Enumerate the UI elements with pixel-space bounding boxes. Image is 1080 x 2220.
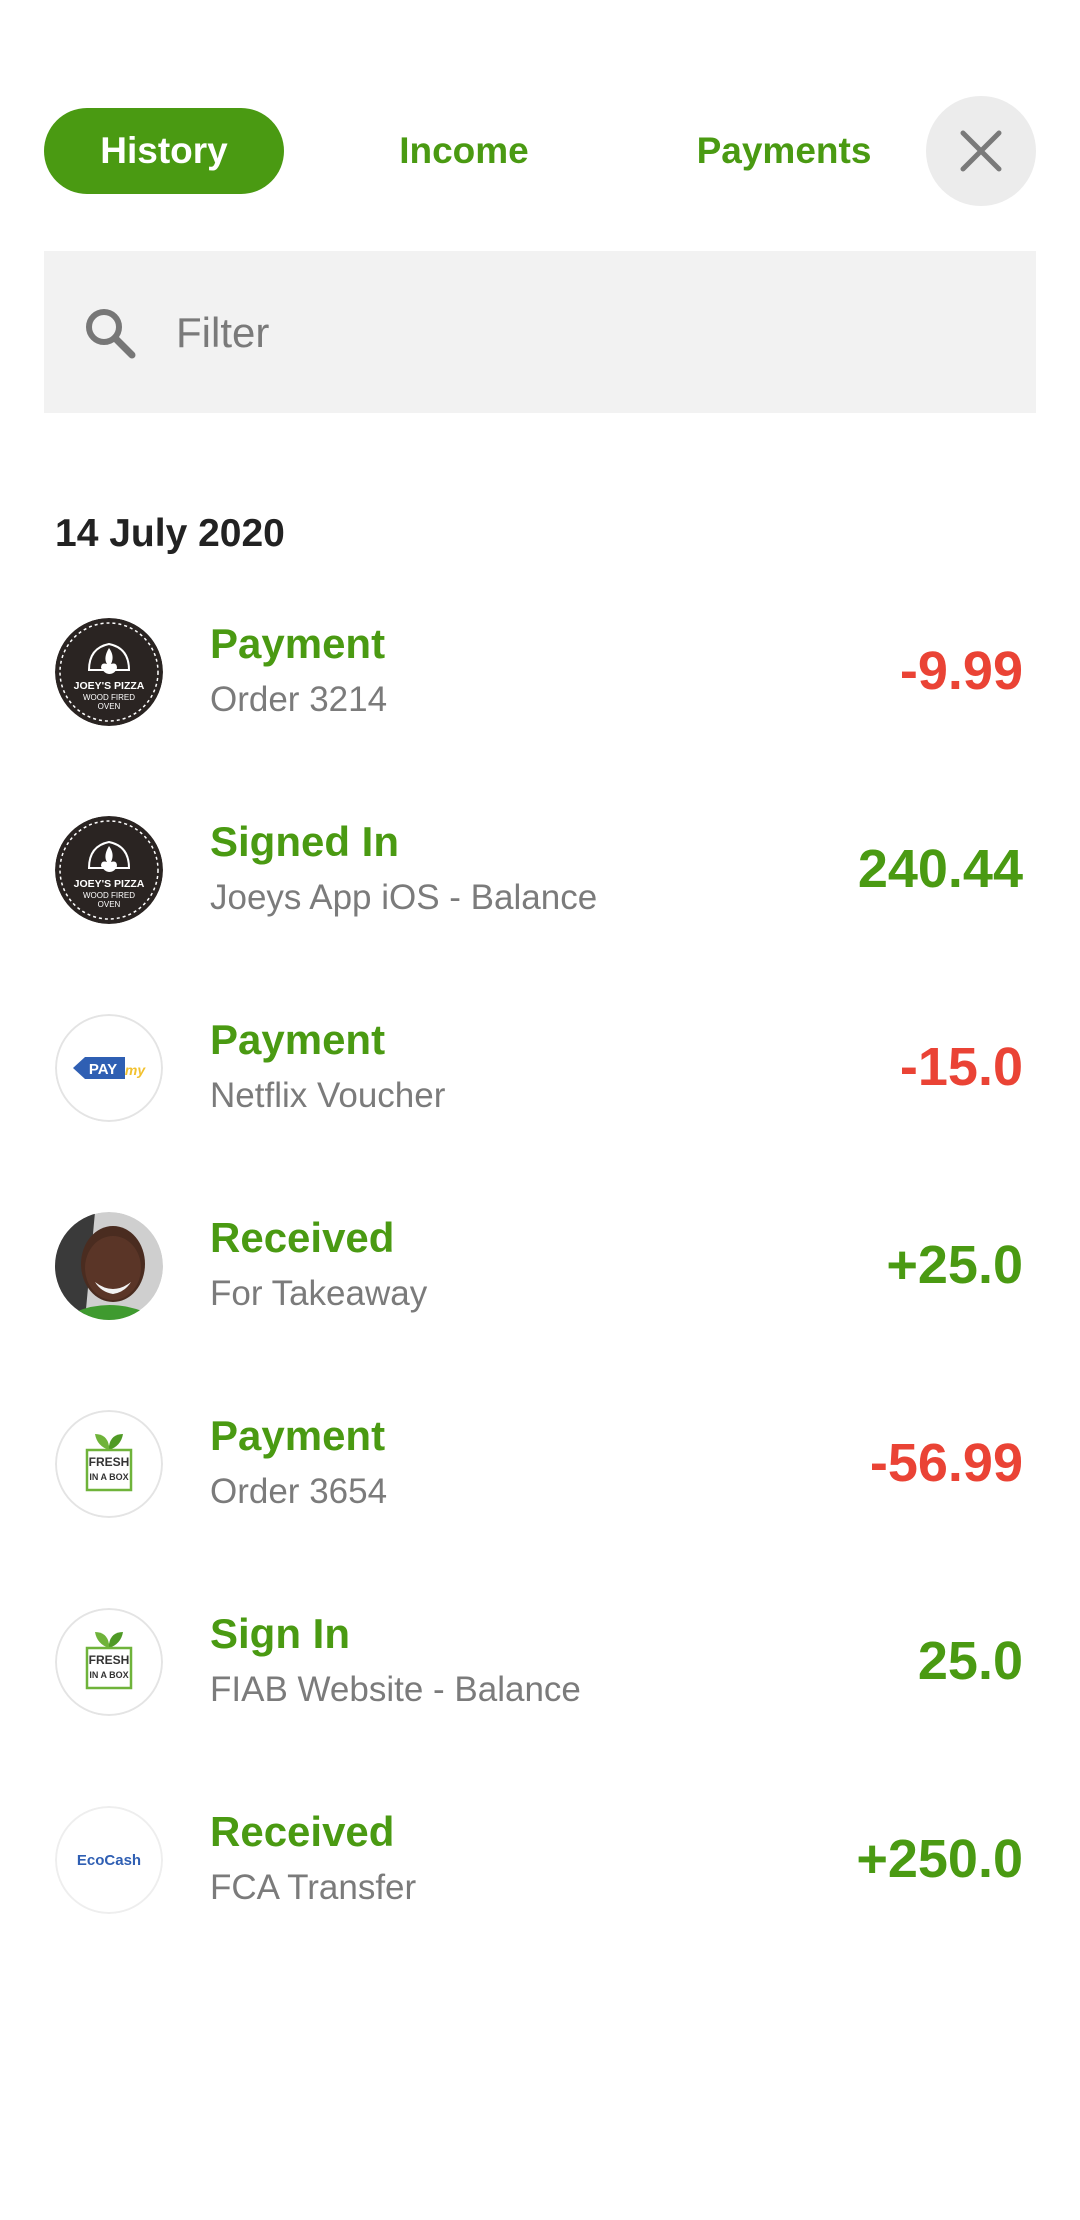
transaction-amount: +25.0 [886,1235,1023,1295]
logo-text: JOEY'S PIZZA [74,680,145,692]
logo-text: OVEN [98,702,121,711]
logo-text: WOOD FIRED [83,693,135,702]
fresh-in-a-box-logo: FRESH IN A BOX [55,1608,163,1716]
transaction-row[interactable]: JOEY'S PIZZA WOOD FIRED OVEN Payment Ord… [0,610,1080,808]
transaction-subtitle: FCA Transfer [210,1868,417,1907]
ecocash-logo: EcoCash [55,1806,163,1914]
logo-text: FRESH [89,1455,130,1469]
paymy-logo: PAY my [55,1014,163,1122]
logo-text: FRESH [89,1653,130,1667]
transaction-row[interactable]: FRESH IN A BOX Sign In FIAB Website - Ba… [0,1600,1080,1798]
fresh-in-a-box-logo: FRESH IN A BOX [55,1410,163,1518]
transaction-row[interactable]: JOEY'S PIZZA WOOD FIRED OVEN Signed In J… [0,808,1080,1006]
logo-text: IN A BOX [89,1670,128,1680]
transaction-row[interactable]: FRESH IN A BOX Payment Order 3654 -56.99 [0,1402,1080,1600]
user-photo [55,1212,163,1320]
transaction-title: Signed In [210,818,399,865]
tab-history[interactable]: History [44,108,284,194]
logo-text: PAY [89,1061,117,1078]
logo-text: IN A BOX [89,1472,128,1482]
joeys-pizza-logo: JOEY'S PIZZA WOOD FIRED OVEN [55,618,163,726]
transaction-amount: 240.44 [857,839,1023,899]
transaction-amount: 25.0 [917,1631,1023,1691]
date-header: 14 July 2020 [55,512,285,555]
transaction-row[interactable]: PAY my Payment Netflix Voucher -15.0 [0,1006,1080,1204]
transaction-subtitle: Netflix Voucher [210,1076,446,1115]
transaction-subtitle: Joeys App iOS - Balance [210,878,598,917]
close-button[interactable] [926,96,1036,206]
filter-input[interactable] [174,297,998,369]
transaction-amount: -15.0 [899,1037,1023,1097]
transaction-row[interactable]: EcoCash Received FCA Transfer +250.0 [0,1798,1080,1996]
logo-text: JOEY'S PIZZA [74,878,145,890]
logo-text: WOOD FIRED [83,891,135,900]
transaction-title: Received [210,1808,395,1855]
tab-payments[interactable]: Payments [634,108,934,194]
transaction-amount: -9.99 [899,641,1023,701]
logo-text: EcoCash [77,1852,141,1869]
transaction-amount: +250.0 [856,1829,1023,1889]
transaction-subtitle: For Takeaway [210,1274,428,1313]
logo-text: OVEN [98,900,121,909]
transaction-row[interactable]: Received For Takeaway +25.0 [0,1204,1080,1402]
logo-text: my [125,1062,146,1078]
search-icon [86,309,136,359]
transaction-subtitle: Order 3214 [210,680,388,719]
filter-bar [44,251,1036,413]
transaction-title: Payment [210,1016,386,1063]
transaction-title: Sign In [210,1610,350,1657]
transaction-subtitle: Order 3654 [210,1472,388,1511]
close-icon [960,130,1002,172]
transaction-list: JOEY'S PIZZA WOOD FIRED OVEN Payment Ord… [0,610,1080,1996]
transaction-title: Payment [210,1412,386,1459]
transaction-title: Received [210,1214,395,1261]
tab-income[interactable]: Income [344,108,584,194]
transaction-amount: -56.99 [869,1433,1023,1493]
tab-bar: History Income Payments [44,108,1036,194]
joeys-pizza-logo: JOEY'S PIZZA WOOD FIRED OVEN [55,816,163,924]
transaction-subtitle: FIAB Website - Balance [210,1670,581,1709]
transaction-title: Payment [210,620,386,667]
